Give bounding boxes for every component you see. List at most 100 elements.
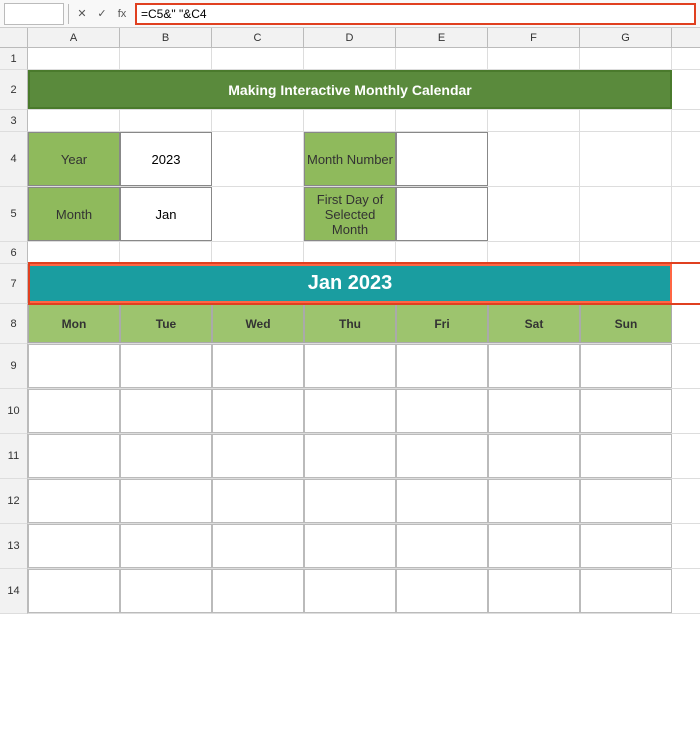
cal-w2-fri[interactable]: [396, 389, 488, 433]
cell-g3[interactable]: [488, 110, 580, 131]
cell-h6[interactable]: [672, 242, 700, 263]
cal-w6-tue[interactable]: [120, 569, 212, 613]
cell-h3[interactable]: [672, 110, 700, 131]
col-header-e[interactable]: E: [396, 28, 488, 47]
cell-e1[interactable]: [304, 48, 396, 69]
cell-g5b[interactable]: [580, 187, 672, 241]
fx-icon[interactable]: fx: [113, 5, 131, 23]
cal-w4-sat[interactable]: [488, 479, 580, 523]
cell-b1[interactable]: [28, 48, 120, 69]
col-header-a[interactable]: A: [28, 28, 120, 47]
cell-h5[interactable]: [672, 187, 700, 241]
cell-f6[interactable]: [396, 242, 488, 263]
cal-w3-wed[interactable]: [212, 434, 304, 478]
month-value[interactable]: Jan: [120, 187, 212, 241]
cell-d5[interactable]: [212, 187, 304, 241]
cell-b6[interactable]: [28, 242, 120, 263]
cal-w2-thu[interactable]: [304, 389, 396, 433]
cell-f3[interactable]: [396, 110, 488, 131]
year-value[interactable]: 2023: [120, 132, 212, 186]
formula-input[interactable]: [135, 3, 696, 25]
cell-reference[interactable]: B7: [4, 3, 64, 25]
col-header-h[interactable]: H: [672, 28, 700, 47]
cal-w6-fri[interactable]: [396, 569, 488, 613]
cal-w6-sat[interactable]: [488, 569, 580, 613]
cal-w5-thu[interactable]: [304, 524, 396, 568]
confirm-icon[interactable]: ✓: [93, 5, 111, 23]
cal-w2-tue[interactable]: [120, 389, 212, 433]
cal-w3-tue[interactable]: [120, 434, 212, 478]
cell-d4[interactable]: [212, 132, 304, 186]
cal-w3-sat[interactable]: [488, 434, 580, 478]
cell-h1[interactable]: [672, 48, 700, 69]
cal-w6-mon[interactable]: [28, 569, 120, 613]
cal-w5-sun[interactable]: [580, 524, 672, 568]
cell-f1[interactable]: [396, 48, 488, 69]
cal-w5-wed[interactable]: [212, 524, 304, 568]
cal-w5-tue[interactable]: [120, 524, 212, 568]
cell-g1b[interactable]: [580, 48, 672, 69]
cell-h8[interactable]: [672, 304, 700, 343]
cal-w6-wed[interactable]: [212, 569, 304, 613]
cell-h10[interactable]: [672, 389, 700, 433]
cell-d1[interactable]: [212, 48, 304, 69]
cal-w1-sat[interactable]: [488, 344, 580, 388]
cell-h14[interactable]: [672, 569, 700, 613]
cal-w1-tue[interactable]: [120, 344, 212, 388]
cal-w3-fri[interactable]: [396, 434, 488, 478]
col-header-b[interactable]: B: [120, 28, 212, 47]
col-header-g[interactable]: G: [580, 28, 672, 47]
row-num-9: 9: [0, 344, 28, 389]
cal-w5-mon[interactable]: [28, 524, 120, 568]
cancel-icon[interactable]: ✕: [73, 5, 91, 23]
cal-w4-sun[interactable]: [580, 479, 672, 523]
cell-h12[interactable]: [672, 479, 700, 523]
cal-w4-thu[interactable]: [304, 479, 396, 523]
first-day-value[interactable]: [396, 187, 488, 241]
cell-h9[interactable]: [672, 344, 700, 388]
cal-w1-sun[interactable]: [580, 344, 672, 388]
cal-w2-sat[interactable]: [488, 389, 580, 433]
cal-w4-mon[interactable]: [28, 479, 120, 523]
cal-w1-fri[interactable]: [396, 344, 488, 388]
cal-w4-wed[interactable]: [212, 479, 304, 523]
cal-w2-mon[interactable]: [28, 389, 120, 433]
col-header-f[interactable]: F: [488, 28, 580, 47]
cell-h2[interactable]: [672, 70, 700, 109]
cell-g1[interactable]: [488, 48, 580, 69]
cal-w5-fri[interactable]: [396, 524, 488, 568]
cal-w2-sun[interactable]: [580, 389, 672, 433]
cal-w1-wed[interactable]: [212, 344, 304, 388]
cell-h4[interactable]: [672, 132, 700, 186]
cell-g3b[interactable]: [580, 110, 672, 131]
col-header-d[interactable]: D: [304, 28, 396, 47]
month-number-value[interactable]: [396, 132, 488, 186]
cell-g6[interactable]: [488, 242, 580, 263]
cell-e3[interactable]: [304, 110, 396, 131]
cell-c1[interactable]: [120, 48, 212, 69]
cal-w3-thu[interactable]: [304, 434, 396, 478]
cal-w3-sun[interactable]: [580, 434, 672, 478]
cell-d3[interactable]: [212, 110, 304, 131]
cal-w1-thu[interactable]: [304, 344, 396, 388]
cell-e6[interactable]: [304, 242, 396, 263]
cell-g6b[interactable]: [580, 242, 672, 263]
cal-w4-fri[interactable]: [396, 479, 488, 523]
cal-w6-thu[interactable]: [304, 569, 396, 613]
cell-c6[interactable]: [120, 242, 212, 263]
cal-w3-mon[interactable]: [28, 434, 120, 478]
col-header-c[interactable]: C: [212, 28, 304, 47]
cell-b3[interactable]: [28, 110, 120, 131]
cell-d6[interactable]: [212, 242, 304, 263]
cell-h11[interactable]: [672, 434, 700, 478]
cell-c3[interactable]: [120, 110, 212, 131]
cal-w2-wed[interactable]: [212, 389, 304, 433]
cal-w1-mon[interactable]: [28, 344, 120, 388]
cal-w4-tue[interactable]: [120, 479, 212, 523]
cell-g5[interactable]: [488, 187, 580, 241]
cell-g4[interactable]: [488, 132, 580, 186]
cal-w5-sat[interactable]: [488, 524, 580, 568]
cal-w6-sun[interactable]: [580, 569, 672, 613]
cell-g4b[interactable]: [580, 132, 672, 186]
cell-h13[interactable]: [672, 524, 700, 568]
